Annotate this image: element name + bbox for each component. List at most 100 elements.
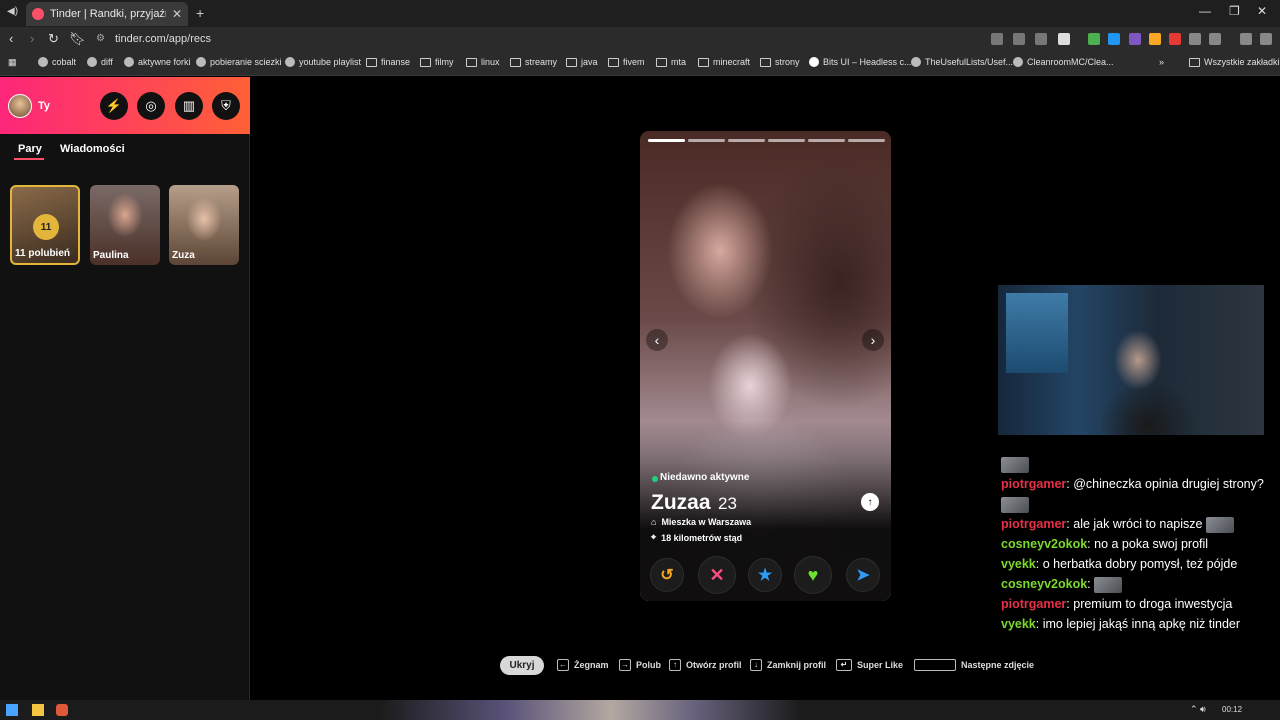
- shortcut-next-photo: Następne zdjęcie: [914, 659, 1034, 671]
- hide-shortcuts-button[interactable]: Ukryj: [500, 656, 544, 675]
- bookmark-item[interactable]: cobalt: [38, 57, 76, 67]
- boost-icon[interactable]: ⚡: [100, 92, 128, 120]
- like-button[interactable]: ♥: [794, 556, 832, 594]
- bookmark-folder[interactable]: minecraft: [698, 57, 750, 67]
- chat-username[interactable]: vyekk: [1001, 617, 1036, 631]
- super-like-button[interactable]: ★: [748, 558, 782, 592]
- boost-send-button[interactable]: ➤: [846, 558, 880, 592]
- photo-progress-segment[interactable]: [688, 139, 725, 142]
- menu-icon[interactable]: [1260, 33, 1272, 45]
- bookmark-folder[interactable]: mta: [656, 57, 686, 67]
- match-name: Paulina: [93, 250, 129, 261]
- new-tab-icon[interactable]: +: [196, 5, 204, 21]
- bookmark-item[interactable]: TheUsefulLists/Usef...: [911, 57, 1013, 67]
- online-status-dot: [652, 476, 658, 482]
- open-profile-icon[interactable]: ↑: [861, 493, 879, 511]
- shield-extension-icon[interactable]: [1058, 33, 1070, 45]
- bookmark-icon[interactable]: 🔖︎: [69, 31, 86, 47]
- forward-icon[interactable]: ›: [30, 31, 34, 46]
- profile-card[interactable]: ‹ › Niedawno aktywne Zuzaa 23 ↑ ⌂ Mieszk…: [640, 131, 891, 601]
- residence-text: Mieszka w Warszawa: [661, 517, 752, 527]
- likes-label: 11 polubień: [15, 248, 71, 259]
- bookmark-item[interactable]: pobieranie sciezki: [196, 57, 282, 67]
- chat-message: piotrgamer: ale jak wróci to napisze: [1001, 514, 1271, 534]
- chat-username[interactable]: cosneyv2okok: [1001, 577, 1087, 591]
- likes-you-card[interactable]: 11 11 polubień: [10, 185, 80, 265]
- back-icon[interactable]: ‹: [9, 31, 13, 46]
- reload-icon[interactable]: ↻: [48, 31, 59, 47]
- share-icon[interactable]: [1035, 33, 1047, 45]
- next-photo-button[interactable]: ›: [862, 329, 884, 351]
- photo-progress-segment[interactable]: [848, 139, 885, 142]
- bookmark-folder[interactable]: fivem: [608, 57, 645, 67]
- briefcase-icon[interactable]: ▥: [175, 92, 203, 120]
- sidebar-icon[interactable]: [1209, 33, 1221, 45]
- match-card[interactable]: Zuza: [169, 185, 239, 265]
- bookmark-folder[interactable]: filmy: [420, 57, 454, 67]
- yellow-extension-icon[interactable]: [1149, 33, 1161, 45]
- location-icon[interactable]: [991, 33, 1003, 45]
- chat-text: : premium to droga inwestycja: [1066, 597, 1233, 611]
- explore-icon[interactable]: ◎: [137, 92, 165, 120]
- check-extension-icon[interactable]: [1088, 33, 1100, 45]
- chat-username[interactable]: vyekk: [1001, 557, 1036, 571]
- chat-username[interactable]: piotrgamer: [1001, 517, 1066, 531]
- bookmark-item[interactable]: aktywne forki: [124, 57, 191, 67]
- apps-icon[interactable]: ▦: [8, 57, 17, 68]
- photo-progress-segment[interactable]: [728, 139, 765, 142]
- site-settings-icon[interactable]: ⚙: [96, 33, 105, 44]
- chat-text: : imo lepiej jakąś inną apkę niż tinder: [1035, 617, 1241, 631]
- bookmark-folder[interactable]: linux: [466, 57, 500, 67]
- bookmark-item[interactable]: diff: [87, 57, 113, 67]
- bookmark-item[interactable]: Bits UI – Headless c...: [809, 57, 912, 67]
- bookmark-folder[interactable]: java: [566, 57, 598, 67]
- browser-taskbar-icon[interactable]: [56, 704, 68, 716]
- previous-photo-button[interactable]: ‹: [646, 329, 668, 351]
- match-card[interactable]: Paulina: [90, 185, 160, 265]
- rewind-button[interactable]: ↺: [650, 558, 684, 592]
- emote-icon: [1094, 576, 1123, 593]
- browser-tab[interactable]: Tinder | Randki, przyjaźni, nowe z ✕: [26, 2, 188, 26]
- photo-progress-segment[interactable]: [768, 139, 805, 142]
- file-explorer-icon[interactable]: [32, 704, 44, 716]
- close-tab-icon[interactable]: ✕: [172, 7, 182, 21]
- purple-extension-icon[interactable]: [1129, 33, 1141, 45]
- more-bookmarks-button[interactable]: »: [1159, 57, 1164, 67]
- folder-icon: [656, 57, 667, 67]
- blue-extension-icon[interactable]: [1108, 33, 1120, 45]
- bookmark-folder[interactable]: strony: [760, 57, 800, 67]
- residence-line: ⌂ Mieszka w Warszawa: [651, 517, 751, 527]
- all-bookmarks[interactable]: Wszystkie zakładki: [1189, 57, 1280, 67]
- tab-matches[interactable]: Pary: [18, 143, 42, 155]
- photo-progress-segment[interactable]: [648, 139, 685, 142]
- photo-progress-segment[interactable]: [808, 139, 845, 142]
- minimize-icon[interactable]: —: [1199, 4, 1211, 18]
- media-icon[interactable]: [1240, 33, 1252, 45]
- bookmark-item[interactable]: youtube playlist: [285, 57, 361, 67]
- restore-icon[interactable]: ❐: [1229, 4, 1240, 18]
- start-icon[interactable]: [6, 704, 18, 716]
- tab-messages[interactable]: Wiadomości: [60, 143, 125, 155]
- chat-username[interactable]: piotrgamer: [1001, 597, 1066, 611]
- nope-button[interactable]: ✕: [698, 556, 736, 594]
- chat-username[interactable]: cosneyv2okok: [1001, 537, 1087, 551]
- profile-link[interactable]: Ty: [38, 100, 50, 112]
- extensions-icon[interactable]: [1189, 33, 1201, 45]
- address-bar[interactable]: tinder.com/app/recs: [115, 33, 211, 45]
- distance-line: ⌖ 18 kilometrów stąd: [651, 532, 742, 543]
- folder-icon: [1189, 57, 1200, 67]
- github-icon: [911, 57, 921, 67]
- close-window-icon[interactable]: ✕: [1257, 4, 1267, 18]
- bookmark-item[interactable]: CleanroomMC/Clea...: [1013, 57, 1114, 67]
- match-name: Zuza: [172, 250, 195, 261]
- cast-icon[interactable]: [1013, 33, 1025, 45]
- audio-icon[interactable]: ◀): [7, 6, 18, 17]
- system-tray-icons[interactable]: ⌃ 🔊︎: [1190, 704, 1206, 715]
- bookmark-folder[interactable]: finanse: [366, 57, 410, 67]
- shield-icon[interactable]: ⛨: [212, 92, 240, 120]
- stream-chat: piotrgamer: @chineczka opinia drugiej st…: [1001, 454, 1271, 634]
- red-extension-icon[interactable]: [1169, 33, 1181, 45]
- avatar[interactable]: [8, 94, 32, 118]
- bookmark-folder[interactable]: streamy: [510, 57, 557, 67]
- chat-username[interactable]: piotrgamer: [1001, 477, 1066, 491]
